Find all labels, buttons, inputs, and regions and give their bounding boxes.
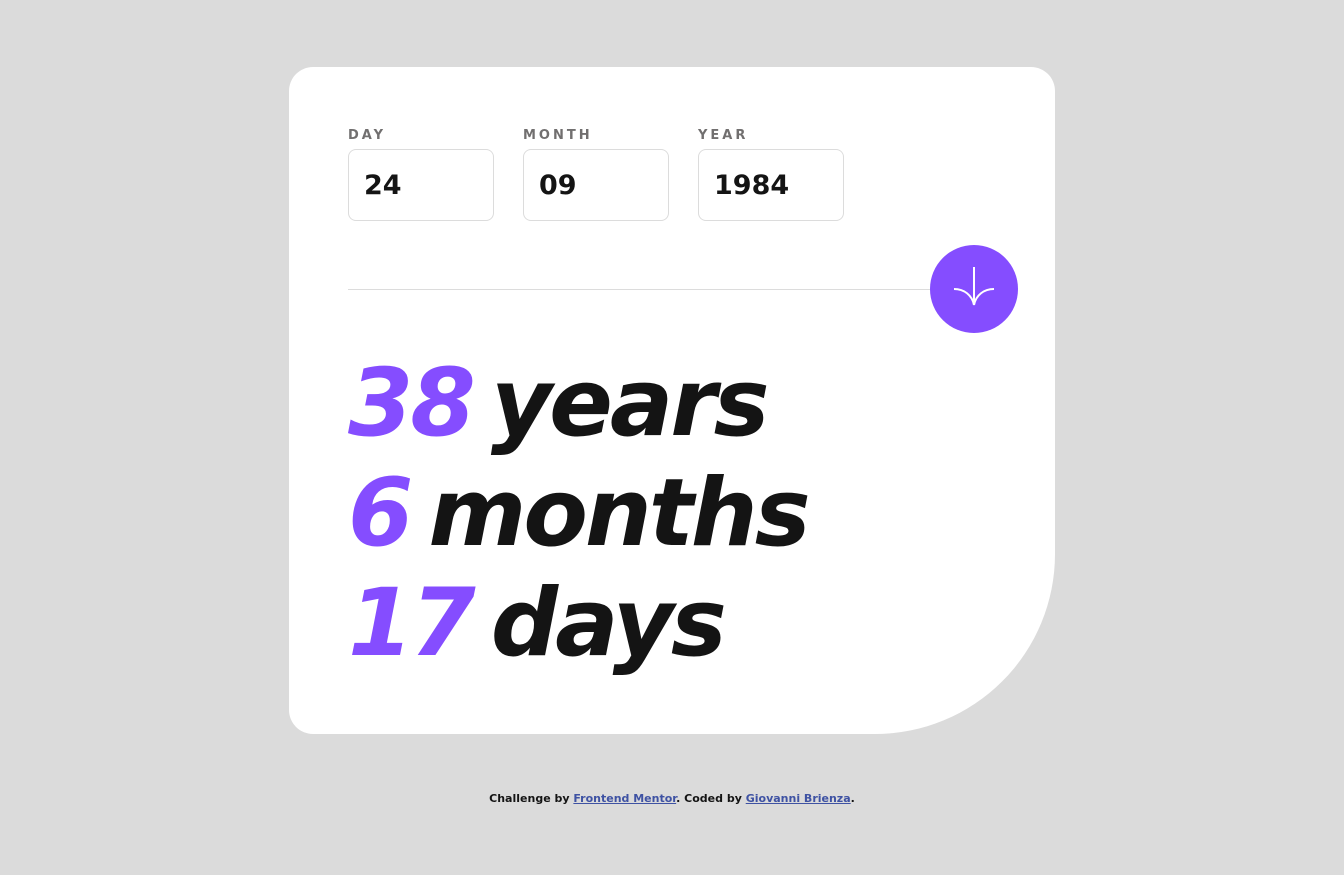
submit-button[interactable]: [930, 245, 1018, 333]
days-value: 17: [348, 569, 476, 678]
frontend-mentor-link[interactable]: Frontend Mentor: [573, 792, 676, 805]
attribution-middle: . Coded by: [676, 792, 746, 805]
month-field: MONTH: [523, 127, 669, 221]
month-input[interactable]: [523, 149, 669, 221]
day-label: DAY: [348, 128, 387, 143]
arrow-down-icon: [953, 267, 995, 306]
year-field: YEAR: [698, 127, 844, 221]
result-years: 38 years: [348, 349, 808, 459]
months-unit: months: [428, 459, 810, 568]
year-input[interactable]: [698, 149, 844, 221]
day-input[interactable]: [348, 149, 494, 221]
day-field: DAY: [348, 127, 494, 221]
years-unit: years: [490, 349, 770, 458]
results: 38 years 6 months 17 days: [348, 349, 811, 679]
attribution: Challenge by Frontend Mentor. Coded by G…: [0, 792, 1344, 805]
attribution-prefix: Challenge by: [489, 792, 574, 805]
attribution-suffix: .: [850, 792, 855, 805]
years-value: 38: [348, 349, 476, 458]
months-value: 6: [348, 459, 413, 568]
age-calculator-card: DAY MONTH YEAR 38years 6months 17days: [289, 67, 1055, 734]
days-unit: days: [490, 569, 727, 678]
divider: [348, 289, 948, 290]
year-label: YEAR: [698, 128, 749, 143]
author-link[interactable]: Giovanni Brienza: [746, 792, 851, 805]
result-months: 6 months: [348, 459, 811, 569]
month-label: MONTH: [523, 128, 593, 143]
result-days: 17 days: [348, 569, 808, 679]
